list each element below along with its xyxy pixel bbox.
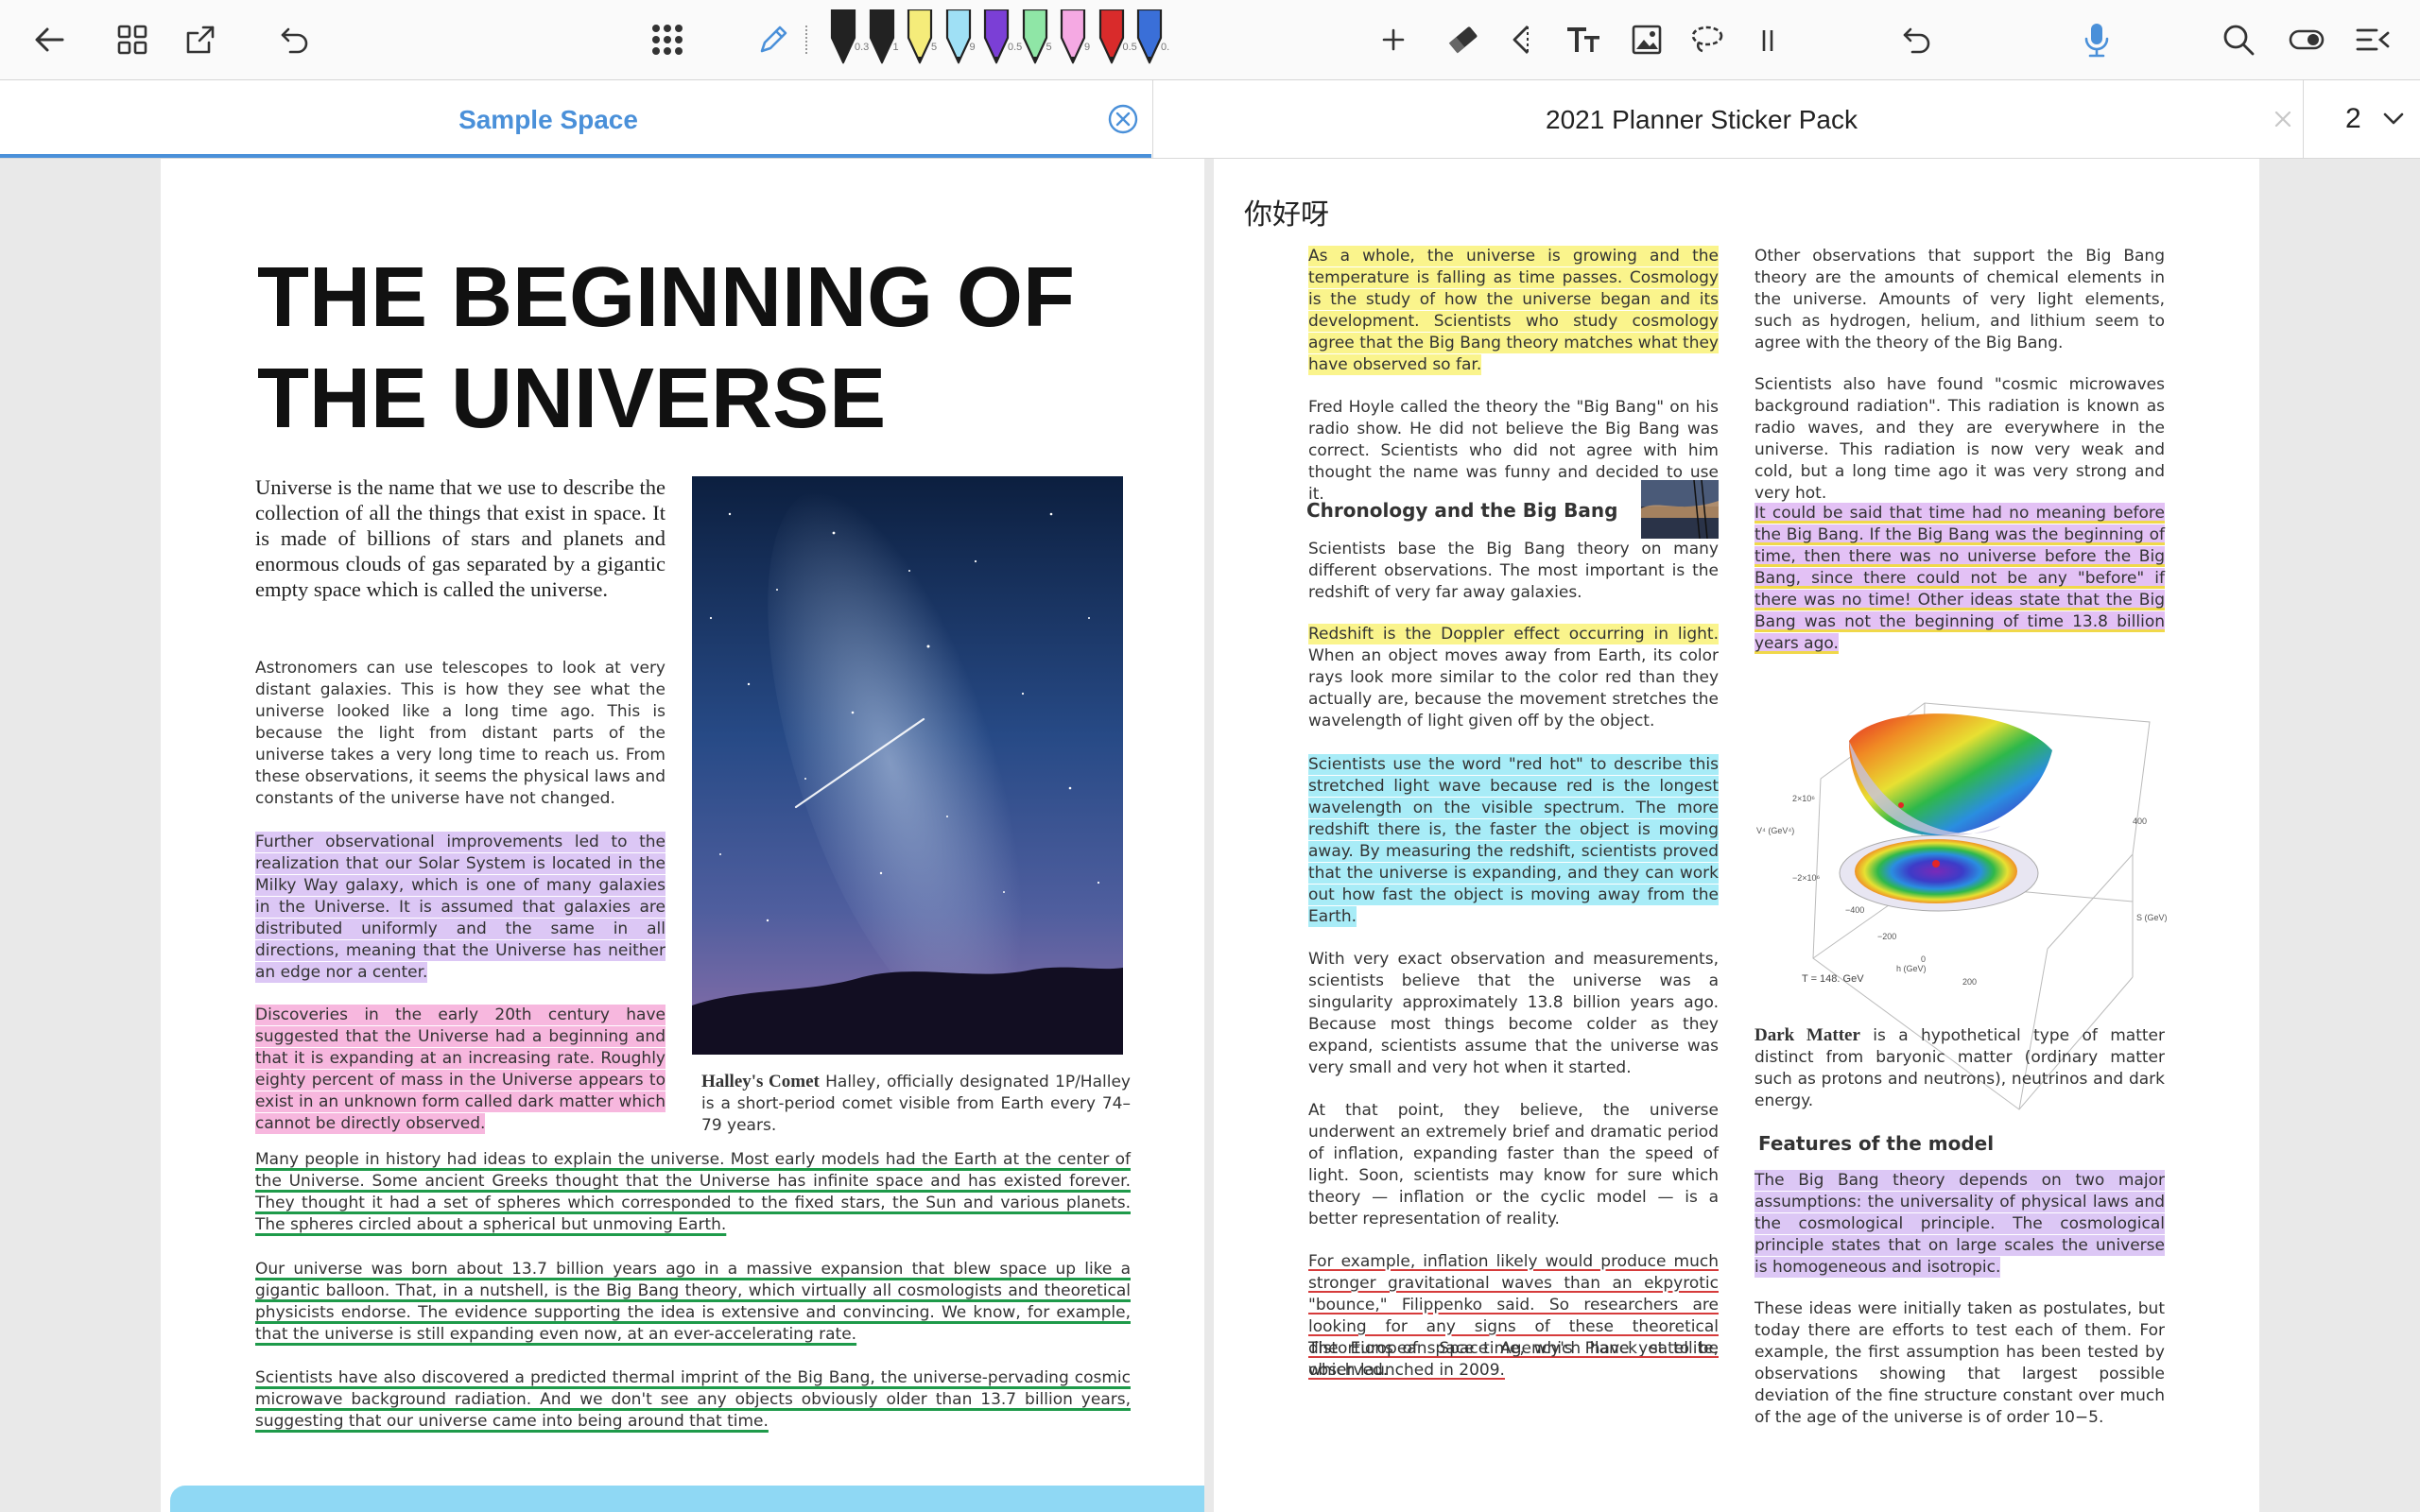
pen-3-icon[interactable]: 5 [899,0,941,79]
paragraph-red-hot: Scientists use the word "red hot" to des… [1308,754,1719,927]
paragraph-dark-matter: Dark Matter is a hypothetical type of ma… [1754,1025,2165,1110]
pen-size-label: 1 [892,42,899,53]
pen-size-label: 0. [1161,42,1170,53]
pencil-tool-icon[interactable] [752,0,794,79]
paragraph-solar-system: Further observational improvements led t… [255,832,666,984]
text-tool-icon[interactable] [1564,0,1605,79]
chevron-down-icon [2381,109,2406,134]
paragraph-history: Many people in history had ideas to expl… [255,1150,1131,1234]
pen-2-icon[interactable]: 1 [861,0,903,79]
plot-label-temperature: T = 148. GeV [1802,973,1864,985]
pen-size-label: 9 [969,42,976,53]
grid-view-icon[interactable] [112,0,153,79]
back-arrow-icon[interactable] [26,0,72,79]
shape-lasso-icon[interactable] [1686,0,1728,79]
pen-size-label: 5 [931,42,938,53]
pen-1-icon[interactable]: 0.3 [822,0,869,79]
page-bottom-band [170,1486,1204,1512]
heading-chronology: Chronology and the Big Bang [1306,499,1618,522]
share-export-icon[interactable] [180,0,221,79]
paragraph-cosmology: As a whole, the universe is growing and … [1308,246,1719,375]
pen-6-icon[interactable]: 5 [1014,0,1056,79]
pen-7-icon[interactable]: 9 [1052,0,1094,79]
eraser-icon[interactable] [1443,0,1484,79]
undo-icon[interactable] [274,0,316,79]
paragraph-chemical-elements: Other observations that support the Big … [1754,247,2165,352]
plot-label-y1: 2×10⁶ [1792,794,1815,803]
more-tools-icon[interactable] [1749,0,1787,79]
page-title: THE BEGINNING OF THE UNIVERSE [257,250,1076,446]
lasso-select-icon[interactable] [1501,0,1543,79]
close-tab-icon[interactable] [1107,103,1139,135]
plot-label-y-axis: V⁴ (GeV⁴) [1756,826,1795,835]
heading-features: Features of the model [1758,1132,1995,1155]
pen-4-icon[interactable]: 9 [938,0,979,79]
pen-9-icon[interactable]: 0. [1129,0,1170,79]
handwritten-note: 你好呀 [1244,198,1329,232]
paragraph-time-meaning: It could be said that time had no meanin… [1754,503,2165,654]
galaxy-comet-image [692,476,1123,1055]
highlight-pink: Discoveries in the early 20th century ha… [255,1005,666,1134]
toolbar: 0.3 1 5 9 0.5 5 9 0.5 0. [0,0,2420,80]
image-tool-icon[interactable] [1626,0,1668,79]
redo-undo-icon[interactable] [1896,0,1938,79]
term-dark-matter: Dark Matter [1754,1025,1860,1045]
plot-label-h-axis: h (GeV) [1896,964,1927,973]
toggle-icon[interactable] [2286,0,2327,79]
pen-size-label: 9 [1084,42,1091,53]
tab-planner-sticker-pack[interactable]: 2021 Planner Sticker Pack [1152,80,2302,158]
paragraph-postulates: These ideas were initially taken as post… [1754,1299,2165,1427]
highlight-purple: Further observational improvements led t… [255,832,666,983]
caption-title: Halley's Comet [701,1072,820,1091]
tab-label: Sample Space [458,105,638,134]
search-icon[interactable] [2218,0,2259,79]
paragraph-planck: The European Space Agency's Planck satel… [1308,1339,1719,1380]
pen-size-label: 5 [1046,42,1052,53]
image-caption: Halley's Comet Halley, officially design… [701,1072,1131,1135]
plot-label-s-axis: S (GeV) [2136,913,2168,922]
plot-label-y3: −2×10⁶ [1792,873,1821,883]
microphone-icon[interactable] [2076,0,2118,79]
sunset-thumbnail [1641,480,1719,539]
intro-paragraph: Universe is the name that we use to desc… [255,475,666,601]
toolbar-divider [805,0,807,79]
tab-sample-space[interactable]: Sample Space [0,80,1151,158]
paragraph-inflation: At that point, they believe, the univers… [1308,1101,1719,1228]
paragraph-discoveries: Discoveries in the early 20th century ha… [255,1005,666,1135]
pen-8-icon[interactable]: 0.5 [1091,0,1137,79]
page-selector[interactable]: 2 [2303,80,2420,158]
right-document-page: 你好呀 As a whole, the universe is growing … [1214,159,2259,1512]
paragraph-redshift: Redshift is the Doppler effect occurring… [1308,624,1719,730]
paragraph-observations: Scientists base the Big Bang theory on m… [1308,540,1719,602]
tab-bar: Sample Space 2021 Planner Sticker Pack 2 [0,80,2420,159]
apps-grid-icon[interactable] [647,0,688,79]
page-number: 2 [2345,103,2361,134]
paragraph-big-bang: Our universe was born about 13.7 billion… [255,1260,1131,1344]
paragraph-assumptions: The Big Bang theory depends on two major… [1754,1170,2165,1278]
close-icon[interactable] [2271,107,2295,131]
paragraph-singularity: With very exact observation and measurem… [1308,950,1719,1077]
tab-label: 2021 Planner Sticker Pack [1546,105,1858,134]
paragraph-telescopes: Astronomers can use telescopes to look a… [255,659,666,808]
paragraph-cmb-radiation: Scientists also have found "cosmic micro… [1754,375,2165,503]
left-document-page: THE BEGINNING OF THE UNIVERSE Universe i… [161,159,1204,1512]
pen-5-icon[interactable]: 0.5 [976,0,1022,79]
paragraph-cmb: Scientists have also discovered a predic… [255,1368,1131,1431]
add-pen-icon[interactable] [1373,0,1414,79]
menu-icon[interactable] [2352,0,2394,79]
